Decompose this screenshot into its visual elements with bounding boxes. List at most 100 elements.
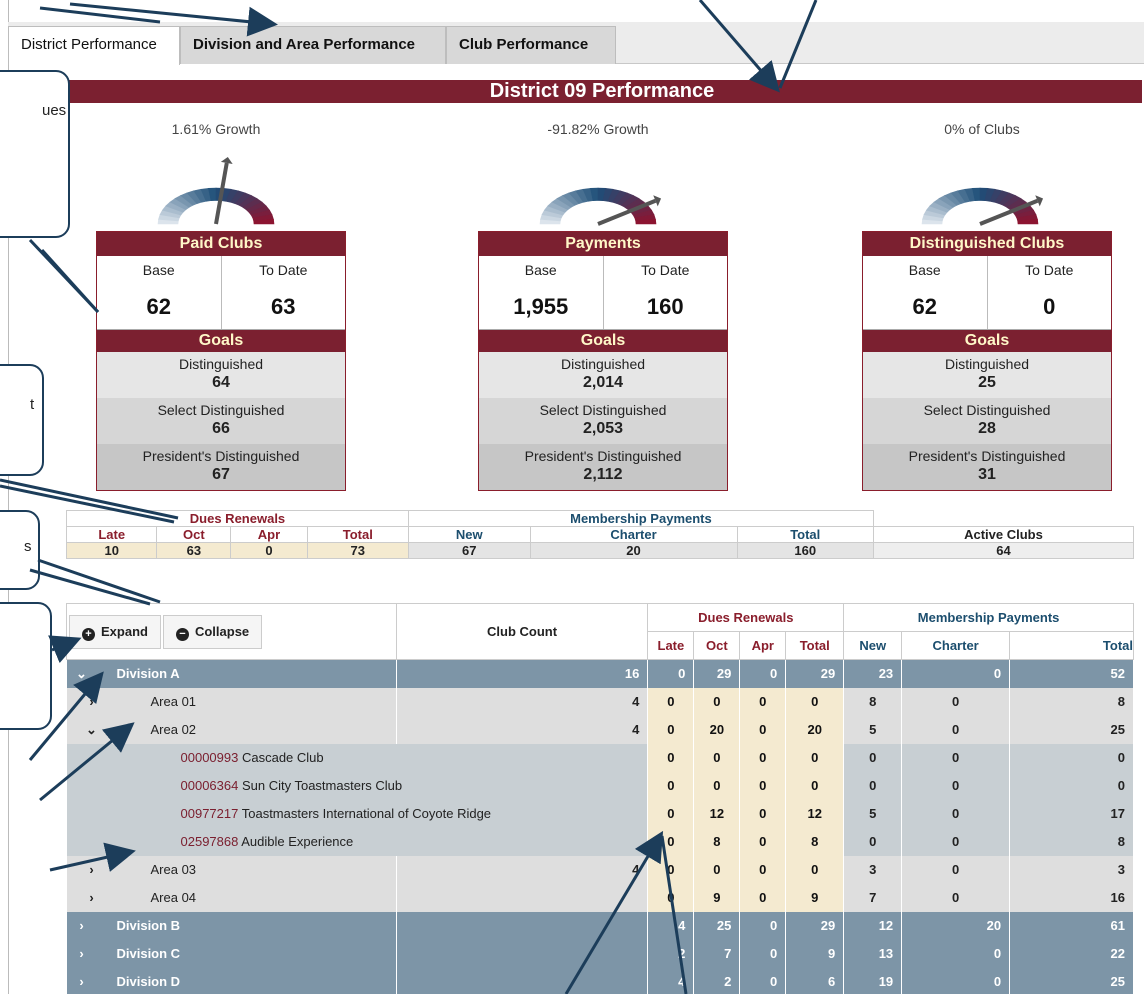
- chevron-right-icon[interactable]: ›: [67, 918, 97, 933]
- growth-label: 1.61% Growth: [171, 121, 261, 137]
- club-count: 4: [396, 855, 649, 884]
- summary-dues-header: Dues Renewals: [66, 510, 409, 527]
- club-id-link[interactable]: 00006364: [181, 778, 239, 793]
- area-name: Area 04: [150, 890, 197, 905]
- base-value: 62: [912, 294, 937, 319]
- metric-base-todate: Base 62 To Date 0: [863, 256, 1111, 330]
- col-header: Charter: [901, 631, 1011, 660]
- club-row[interactable]: 00977217 Toastmasters International of C…: [66, 799, 1134, 828]
- club-name: Cascade Club: [241, 750, 324, 765]
- value-cell: 17: [1009, 799, 1134, 828]
- value-cell: 9: [785, 883, 845, 912]
- club-row[interactable]: 02597868 Audible Experience 0 8 0 8 0 0 8: [66, 827, 1134, 856]
- goal-label: President's Distinguished: [524, 448, 682, 464]
- chevron-right-icon[interactable]: ›: [67, 946, 97, 961]
- division-name: Division C: [116, 946, 181, 961]
- metric-base-todate: Base 1,955 To Date 160: [479, 256, 727, 330]
- todate-value: 63: [271, 294, 296, 319]
- value-cell: 0: [647, 771, 695, 800]
- division-name: Division A: [116, 665, 180, 681]
- base-value: 1,955: [513, 294, 569, 319]
- area-name: Area 03: [150, 862, 197, 877]
- metric-title: Paid Clubs: [97, 232, 345, 256]
- value-cell: 0: [901, 771, 1011, 800]
- chevron-right-icon[interactable]: ›: [67, 974, 97, 989]
- area-row[interactable]: › Area 04 0 9 0 9 7 0 16: [66, 883, 1134, 912]
- value-cell: 29: [785, 911, 845, 940]
- value-cell: 0: [843, 743, 903, 772]
- tab-division-area-performance[interactable]: Division and Area Performance: [180, 26, 446, 64]
- gauge-needle-head: [220, 157, 233, 164]
- value-cell: 0: [843, 771, 903, 800]
- col-header: Oct: [693, 631, 741, 660]
- club-id-link[interactable]: 00977217: [181, 806, 239, 821]
- value-cell: 20: [901, 911, 1011, 940]
- membership-payments-header: Membership Payments: [843, 603, 1134, 632]
- expand-button[interactable]: + Expand: [69, 614, 161, 649]
- summary-late-value: 10: [65, 542, 158, 559]
- goal-row: Select Distinguished 2,053: [479, 398, 727, 444]
- summary-col-active-clubs: Active Clubs: [872, 526, 1135, 543]
- gauge-meter: [539, 187, 662, 226]
- chevron-right-icon[interactable]: ›: [77, 694, 107, 709]
- area-name: Area 01: [150, 694, 197, 709]
- division-row[interactable]: › Division D 4 2 0 6 19 0 25: [66, 967, 1134, 994]
- division-row[interactable]: ⌄ Division A 16 0 29 0 29 23 0 52: [66, 659, 1134, 688]
- goal-label: Select Distinguished: [157, 402, 285, 418]
- value-cell: 2: [693, 967, 741, 994]
- club-row[interactable]: 00000993 Cascade Club 0 0 0 0 0 0 0: [66, 743, 1134, 772]
- goal-label: Distinguished: [178, 356, 264, 372]
- base-value: 62: [146, 294, 171, 319]
- todate-label: To Date: [259, 262, 308, 278]
- gauge-meter: [921, 187, 1044, 226]
- goal-value: 67: [212, 466, 230, 483]
- value-cell: 0: [647, 743, 695, 772]
- value-cell: 0: [647, 715, 695, 744]
- club-row[interactable]: 00006364 Sun City Toastmasters Club 0 0 0 0 0…: [66, 771, 1134, 800]
- value-cell: 7: [843, 883, 903, 912]
- value-cell: 0: [785, 743, 845, 772]
- summary-active-clubs-value: 64: [872, 542, 1135, 559]
- value-cell: 0: [739, 883, 787, 912]
- value-cell: 0: [739, 687, 787, 716]
- tab-club-performance[interactable]: Club Performance: [446, 26, 616, 64]
- metric-card: Payments Base 1,955 To Date 160 Goals Dist…: [478, 231, 728, 491]
- summary-oct-value: 63: [156, 542, 232, 559]
- value-cell: 29: [693, 659, 741, 688]
- value-cell: 5: [843, 799, 903, 828]
- base-label: Base: [524, 262, 557, 278]
- chevron-right-icon[interactable]: ›: [77, 862, 107, 877]
- chevron-right-icon[interactable]: ›: [77, 890, 107, 905]
- value-cell: 0: [739, 771, 787, 800]
- value-cell: 3: [1009, 855, 1134, 884]
- area-row[interactable]: › Area 01 4 0 0 0 0 8 0 8: [66, 687, 1134, 716]
- collapse-button[interactable]: − Collapse: [162, 614, 263, 649]
- minus-icon: −: [175, 627, 189, 641]
- value-cell: 13: [843, 939, 903, 968]
- chevron-down-icon[interactable]: ⌄: [67, 666, 97, 682]
- division-row[interactable]: › Division C 2 7 0 9 13 0 22: [66, 939, 1134, 968]
- division-row[interactable]: › Division B 4 25 0 29 12 20 61: [66, 911, 1134, 940]
- gauge-meter: [157, 157, 275, 225]
- area-row[interactable]: › Area 03 4 0 0 0 0 3 0 3: [66, 855, 1134, 884]
- chevron-down-icon[interactable]: ⌄: [77, 722, 107, 738]
- tab-district-performance[interactable]: District Performance: [8, 26, 180, 65]
- club-id-link[interactable]: 02597868: [181, 834, 239, 849]
- club-count: 4: [396, 687, 649, 716]
- goals-header: Goals: [97, 330, 345, 352]
- goal-label: President's Distinguished: [142, 448, 300, 464]
- page-title: District 09 Performance: [62, 80, 1142, 103]
- summary-new-value: 67: [407, 542, 531, 559]
- todate-value: 160: [646, 294, 684, 319]
- col-header: Apr: [739, 631, 787, 660]
- value-cell: 19: [843, 967, 903, 994]
- value-cell: 6: [785, 967, 845, 994]
- value-cell: 9: [693, 883, 741, 912]
- value-cell: 0: [901, 827, 1011, 856]
- club-count: [396, 883, 649, 912]
- value-cell: 0: [739, 827, 787, 856]
- value-cell: 0: [843, 827, 903, 856]
- area-row[interactable]: ⌄ Area 02 4 0 20 0 20 5 0 25: [66, 715, 1134, 744]
- club-id-link[interactable]: 00000993: [181, 750, 239, 765]
- value-cell: 52: [1009, 659, 1134, 688]
